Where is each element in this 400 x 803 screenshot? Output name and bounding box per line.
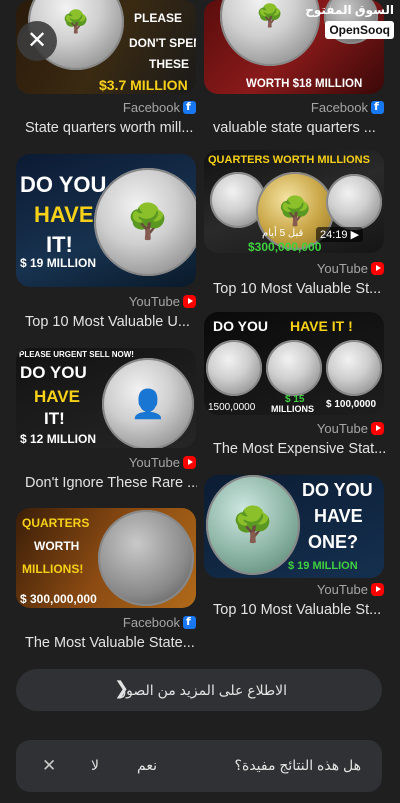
play-icon: ▶: [350, 229, 360, 241]
result-source: Facebook: [311, 100, 384, 115]
result-source: Facebook: [123, 615, 196, 630]
feedback-dismiss-icon[interactable]: ✕: [42, 756, 56, 776]
feedback-yes-button[interactable]: نعم: [137, 757, 157, 774]
thumb-text: DO YOU: [302, 480, 373, 500]
thumb-text: 1500,0000: [208, 402, 256, 413]
logo-arabic-text: السوق المفتوح: [305, 3, 394, 17]
thumb-text: $ 19 MILLION: [288, 560, 358, 572]
thumb-text: PLEASE: [134, 11, 183, 25]
result-title[interactable]: Top 10 Most Valuable U...: [25, 314, 197, 330]
thumb-text: قبل 5 أيام: [262, 228, 304, 239]
coin-image: 👤: [102, 358, 194, 448]
result-source: YouTube: [317, 421, 384, 436]
thumb-text: HAVE: [34, 202, 94, 227]
thumb-text: DO YOU: [20, 172, 107, 197]
result-thumbnail[interactable]: DO YOU HAVE IT ! 1500,0000 $ 15 MILLIONS…: [204, 312, 384, 415]
thumb-text: MILLIONS!: [22, 562, 84, 576]
result-thumbnail[interactable]: PLEASE URGENT SELL NOW! DO YOU HAVE IT! …: [16, 348, 196, 448]
thumb-text: HAVE IT !: [290, 318, 353, 334]
thumb-text: DO YOU: [213, 318, 268, 334]
result-title[interactable]: The Most Expensive Stat...: [213, 441, 385, 457]
thumb-text: WORTH: [34, 539, 80, 553]
result-source: YouTube: [317, 582, 384, 597]
opensooq-logo: السوق المفتوح OpenSooq: [305, 3, 396, 39]
thumb-text: HAVE: [314, 506, 363, 526]
thumb-text: $ 19 MILLION: [20, 256, 97, 270]
thumb-text: $ 100,0000: [326, 399, 377, 410]
thumb-text: $ 300,000,000: [20, 592, 97, 606]
result-title[interactable]: Top 10 Most Valuable St...: [213, 602, 385, 618]
feedback-question: هل هذه النتائج مفيدة؟: [234, 757, 361, 773]
result-thumbnail[interactable]: 🌳 DO YOU HAVE IT! $ 19 MILLION: [16, 154, 196, 287]
thumb-text: IT!: [46, 232, 73, 257]
more-images-button[interactable]: ❯ الاطلاع على المزيد من الصور: [16, 669, 382, 711]
youtube-icon: [371, 262, 384, 275]
result-thumbnail[interactable]: QUARTERS WORTH MILLIONS 🌳 24:19 ▶ قبل 5 …: [204, 150, 384, 253]
result-source: YouTube: [317, 261, 384, 276]
result-thumbnail[interactable]: 🌳 DO YOU HAVE ONE? $ 19 MILLION: [204, 475, 384, 578]
thumb-text: QUARTERS: [22, 516, 90, 530]
result-title[interactable]: Don't Ignore These Rare ...: [25, 475, 197, 491]
more-images-label: الاطلاع على المزيد من الصور: [119, 682, 287, 698]
feedback-bar: ✕ لا نعم هل هذه النتائج مفيدة؟: [16, 740, 382, 792]
thumb-text: DON'T SPEND: [129, 36, 196, 50]
thumb-text: $300,000,000: [248, 240, 322, 253]
result-title[interactable]: valuable state quarters ...: [213, 120, 385, 136]
thumb-text: $ 12 MILLION: [20, 432, 97, 446]
coin-image: [266, 340, 322, 396]
coin-image: [98, 510, 194, 606]
coin-image: 🌳: [206, 475, 300, 575]
close-button[interactable]: ✕: [17, 21, 57, 61]
thumb-text: HAVE: [34, 387, 80, 406]
youtube-icon: [183, 456, 196, 469]
thumb-text: $3.7 MILLION: [99, 77, 188, 93]
thumb-text: DO YOU: [20, 363, 87, 382]
facebook-icon: [371, 100, 384, 114]
thumb-text: WORTH $18 MILLION: [246, 78, 363, 90]
thumb-text: IT!: [44, 409, 65, 428]
result-thumbnail[interactable]: QUARTERS WORTH MILLIONS! $ 300,000,000: [16, 508, 196, 608]
coin-image: [326, 174, 382, 230]
coin-image: [326, 340, 382, 396]
feedback-no-button[interactable]: لا: [91, 757, 99, 774]
thumb-text: ONE?: [308, 532, 359, 552]
facebook-icon: [183, 100, 196, 114]
thumb-text: QUARTERS WORTH MILLIONS: [208, 154, 370, 166]
youtube-icon: [371, 422, 384, 435]
coin-image: 🌳: [94, 168, 196, 276]
thumb-text: PLEASE URGENT SELL NOW!: [19, 350, 134, 359]
thumb-text: THESE: [149, 57, 190, 71]
video-duration: 24:19 ▶: [316, 227, 364, 242]
youtube-icon: [371, 583, 384, 596]
result-source: Facebook: [123, 100, 196, 115]
result-source: YouTube: [129, 455, 196, 470]
result-title[interactable]: Top 10 Most Valuable St...: [213, 281, 385, 297]
youtube-icon: [183, 295, 196, 308]
close-icon: ✕: [26, 27, 48, 54]
result-title[interactable]: State quarters worth mill...: [25, 120, 197, 136]
logo-latin-text: OpenSooq: [325, 21, 394, 39]
result-title[interactable]: The Most Valuable State...: [25, 635, 197, 651]
facebook-icon: [183, 615, 196, 629]
result-source: YouTube: [129, 294, 196, 309]
coin-image: [206, 340, 262, 396]
thumb-text: MILLIONS: [271, 404, 314, 414]
